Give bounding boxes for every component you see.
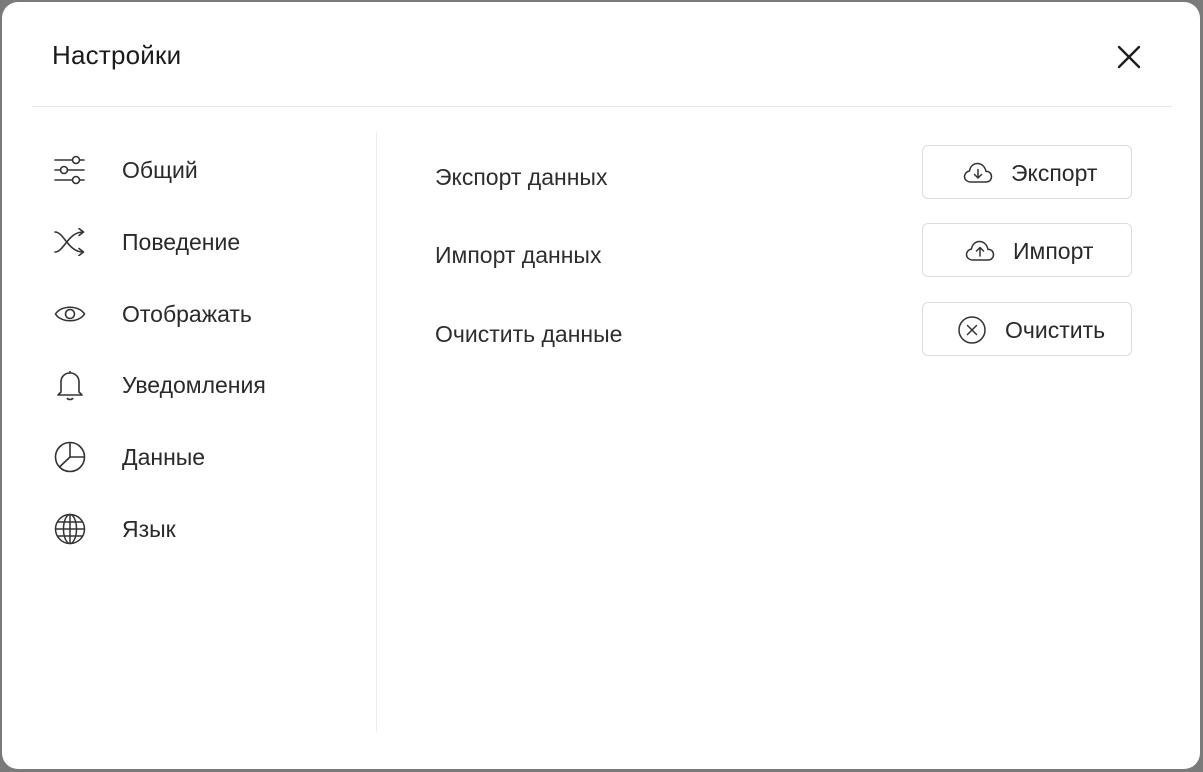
- export-button[interactable]: Экспорт: [922, 145, 1132, 199]
- dialog-title: Настройки: [52, 40, 182, 70]
- sidebar-item-label: Отображать: [122, 300, 252, 327]
- settings-dialog: Настройки Общий Поведение Отображать Уве…: [2, 2, 1200, 769]
- export-data-label: Экспорт данных: [435, 164, 608, 190]
- sidebar-item-notifications[interactable]: Уведомления: [32, 355, 352, 415]
- import-button[interactable]: Импорт: [922, 223, 1132, 277]
- import-data-label: Импорт данных: [435, 242, 602, 268]
- export-button-label: Экспорт: [1011, 160, 1098, 186]
- sidebar-item-label: Уведомления: [122, 371, 266, 398]
- sidebar-item-behavior[interactable]: Поведение: [32, 212, 352, 272]
- cloud-upload-icon: [965, 236, 995, 266]
- clear-button[interactable]: Очистить: [922, 302, 1132, 356]
- shuffle-icon: [53, 225, 87, 259]
- bell-icon: [53, 368, 87, 402]
- sidebar-item-label: Данные: [122, 443, 206, 470]
- sliders-icon: [53, 153, 87, 187]
- clear-data-label: Очистить данные: [435, 321, 623, 347]
- clear-button-label: Очистить: [1005, 317, 1106, 343]
- pie-chart-icon: [53, 440, 87, 474]
- dialog-header: Настройки: [32, 2, 1172, 107]
- import-button-label: Импорт: [1013, 238, 1094, 264]
- data-settings-panel: Экспорт данных Экспорт Импорт данных Имп…: [435, 132, 1135, 432]
- circle-x-icon: [957, 315, 987, 345]
- sidebar-item-display[interactable]: Отображать: [32, 284, 352, 344]
- eye-icon: [53, 297, 87, 331]
- globe-icon: [53, 512, 87, 546]
- sidebar-item-label: Язык: [122, 515, 176, 542]
- sidebar-item-general[interactable]: Общий: [32, 140, 352, 200]
- sidebar-item-label: Поведение: [122, 228, 241, 255]
- sidebar-item-label: Общий: [122, 156, 198, 183]
- cloud-download-icon: [963, 158, 993, 188]
- sidebar-item-language[interactable]: Язык: [32, 499, 352, 559]
- close-button[interactable]: [1112, 40, 1146, 74]
- close-icon: [1116, 44, 1142, 70]
- settings-sidebar: Общий Поведение Отображать Уведомления Д…: [32, 132, 377, 732]
- sidebar-item-data[interactable]: Данные: [32, 427, 352, 487]
